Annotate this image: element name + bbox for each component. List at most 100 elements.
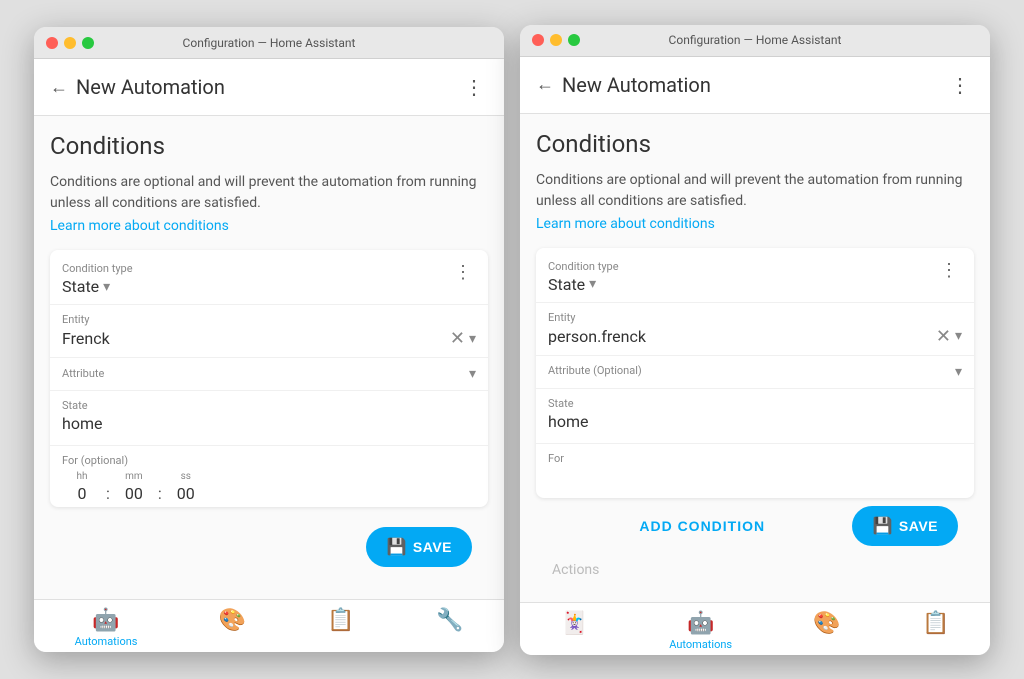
more-button-left[interactable]: ⋮ — [460, 71, 488, 103]
main-content-left: Conditions Conditions are optional and w… — [34, 116, 504, 599]
nav-wrench-icon-left: 🔧 — [436, 608, 463, 633]
traffic-lights-right — [532, 34, 580, 46]
attribute-arrow-right[interactable]: ▾ — [955, 364, 962, 380]
learn-more-left[interactable]: Learn more about conditions — [50, 218, 488, 234]
nav-palette-icon-right: 🎨 — [813, 611, 840, 636]
nav-list-right[interactable]: 📋 — [910, 611, 961, 651]
nav-automations-left[interactable]: 🤖 Automations — [63, 608, 150, 648]
tl-red-left[interactable] — [46, 37, 58, 49]
save-icon-right: 💾 — [872, 516, 892, 536]
nav-palette-left[interactable]: 🎨 — [207, 608, 258, 648]
entity-input-right[interactable] — [548, 327, 936, 346]
for-row-right: For — [536, 443, 974, 498]
state-row-right: State — [536, 388, 974, 443]
back-button-right[interactable]: ← New Automation — [536, 73, 711, 97]
time-mm-col-left: mm — [114, 471, 154, 503]
learn-more-right[interactable]: Learn more about conditions — [536, 216, 974, 232]
condition-header-left: Condition type State ▾ ⋮ — [50, 250, 488, 304]
entity-label-left: Entity — [62, 313, 476, 326]
condition-type-label-right: Condition type — [548, 260, 936, 273]
nav-automations-label-right: Automations — [669, 638, 732, 651]
nav-cards-icon-right: 🃏 — [561, 611, 588, 636]
for-input-right[interactable] — [548, 467, 962, 486]
state-row-left: State — [50, 390, 488, 445]
condition-type-value-left: State — [62, 277, 99, 296]
titlebar-left: Configuration — Home Assistant — [34, 27, 504, 59]
back-button-left[interactable]: ← New Automation — [50, 75, 225, 99]
mm-label-left: mm — [125, 471, 143, 482]
condition-card-right: Condition type State ▾ ⋮ Entity ✕ — [536, 248, 974, 498]
time-hh-col-left: hh — [62, 471, 102, 503]
condition-type-value-right: State — [548, 275, 585, 294]
nav-palette-right[interactable]: 🎨 — [801, 611, 852, 651]
save-label-left: SAVE — [413, 539, 452, 555]
entity-dropdown-right[interactable]: ▾ — [955, 328, 962, 344]
actions-hint-right: Actions — [536, 554, 974, 586]
nav-wrench-left[interactable]: 🔧 — [424, 608, 475, 648]
section-title-right: Conditions — [536, 130, 974, 158]
description-right: Conditions are optional and will prevent… — [536, 170, 974, 212]
condition-type-arrow-left: ▾ — [103, 279, 110, 295]
page-title-left: New Automation — [76, 75, 225, 99]
ss-input-left[interactable] — [166, 484, 206, 503]
save-label-right: SAVE — [899, 518, 938, 534]
time-inputs-left: hh : mm : ss — [62, 471, 476, 503]
page-title-right: New Automation — [562, 73, 711, 97]
entity-clear-left[interactable]: ✕ — [450, 328, 465, 349]
titlebar-title-right: Configuration — Home Assistant — [669, 33, 842, 47]
footer-actions-left: 💾 SAVE — [50, 519, 488, 583]
condition-type-select-left[interactable]: State ▾ — [62, 277, 450, 296]
nav-automations-label-left: Automations — [75, 635, 138, 648]
attribute-arrow-left[interactable]: ▾ — [469, 366, 476, 382]
condition-kebab-right[interactable]: ⋮ — [936, 260, 962, 281]
more-button-right[interactable]: ⋮ — [946, 69, 974, 101]
entity-dropdown-left[interactable]: ▾ — [469, 331, 476, 347]
nav-palette-icon-left: 🎨 — [219, 608, 246, 633]
add-condition-button-right[interactable]: ADD CONDITION — [552, 506, 852, 546]
main-content-right: Conditions Conditions are optional and w… — [520, 114, 990, 602]
attribute-row-right: Attribute (Optional) ▾ — [536, 355, 974, 388]
tl-green-left[interactable] — [82, 37, 94, 49]
tl-green-right[interactable] — [568, 34, 580, 46]
nav-automations-icon-left: 🤖 — [92, 608, 119, 633]
nav-list-icon-left: 📋 — [327, 608, 354, 633]
tl-yellow-right[interactable] — [550, 34, 562, 46]
content-left: Conditions Conditions are optional and w… — [34, 116, 504, 599]
mm-input-left[interactable] — [114, 484, 154, 503]
entity-actions-right: ✕ ▾ — [936, 326, 962, 347]
back-arrow-right: ← — [536, 74, 554, 95]
save-button-left[interactable]: 💾 SAVE — [366, 527, 472, 567]
time-ss-col-left: ss — [166, 471, 206, 503]
add-condition-footer-right: ADD CONDITION 💾 SAVE — [536, 498, 974, 554]
for-label-left: For (optional) — [62, 454, 476, 467]
section-title-left: Conditions — [50, 132, 488, 160]
time-sep1-left: : — [106, 484, 110, 503]
attribute-row-left: Attribute ▾ — [50, 357, 488, 390]
for-label-right: For — [548, 452, 962, 465]
time-sep2-left: : — [158, 484, 162, 503]
condition-card-left: Condition type State ▾ ⋮ Entity ✕ — [50, 250, 488, 507]
state-input-left[interactable] — [62, 414, 476, 433]
entity-row-inner-left: ✕ ▾ — [62, 328, 476, 349]
entity-clear-right[interactable]: ✕ — [936, 326, 951, 347]
titlebar-right: Configuration — Home Assistant — [520, 25, 990, 57]
entity-input-left[interactable] — [62, 329, 450, 348]
condition-type-label-left: Condition type — [62, 262, 450, 275]
tl-yellow-left[interactable] — [64, 37, 76, 49]
condition-kebab-left[interactable]: ⋮ — [450, 262, 476, 283]
nav-automations-right[interactable]: 🤖 Automations — [657, 611, 744, 651]
condition-type-select-right[interactable]: State ▾ — [548, 275, 936, 294]
condition-header-right: Condition type State ▾ ⋮ — [536, 248, 974, 302]
save-button-right[interactable]: 💾 SAVE — [852, 506, 958, 546]
nav-list-left[interactable]: 📋 — [315, 608, 366, 648]
entity-actions-left: ✕ ▾ — [450, 328, 476, 349]
nav-cards-right[interactable]: 🃏 — [549, 611, 600, 651]
state-input-right[interactable] — [548, 412, 962, 431]
attribute-label-left: Attribute — [62, 367, 104, 380]
entity-row-inner-right: ✕ ▾ — [548, 326, 962, 347]
right-window: Configuration — Home Assistant ← New Aut… — [520, 25, 990, 655]
tl-red-right[interactable] — [532, 34, 544, 46]
state-label-left: State — [62, 399, 476, 412]
hh-input-left[interactable] — [62, 484, 102, 503]
page-header-left: ← New Automation ⋮ — [34, 59, 504, 116]
